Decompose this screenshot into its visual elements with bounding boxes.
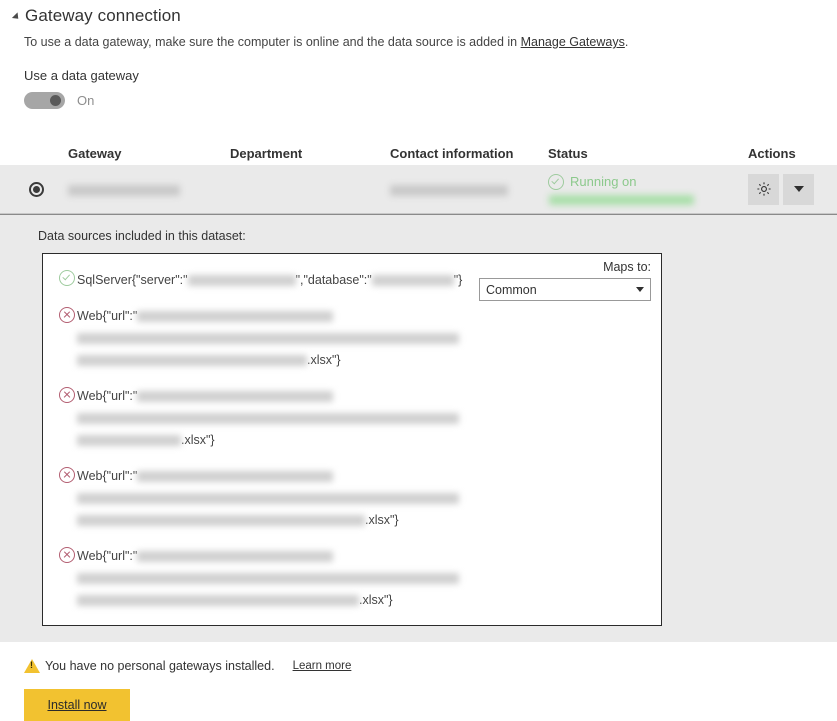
redacted-url-part [77, 515, 365, 527]
redacted-url-part [77, 355, 307, 367]
web-suffix: .xlsx"} [359, 593, 393, 607]
toggle-state-label: On [77, 93, 95, 108]
data-sources-box: Maps to: Common SqlServer{"server":" ","d… [42, 253, 662, 626]
data-source-item: Web{"url":" .xlsx"} [43, 465, 661, 531]
source-status-icon-wrap [59, 467, 77, 483]
radio-dot [33, 185, 40, 193]
manage-gateways-link[interactable]: Manage Gateways [521, 35, 625, 49]
status-text: Running on [570, 174, 637, 189]
column-header-gateway: Gateway [68, 146, 122, 161]
redacted-contact [390, 184, 508, 196]
description-suffix: . [624, 35, 629, 49]
web-suffix: .xlsx"} [307, 353, 341, 367]
collapse-triangle-icon[interactable] [11, 12, 22, 22]
cell-gateway-name [68, 182, 230, 197]
sql-middle: ","database":" [295, 273, 372, 287]
data-source-item: Web{"url":" .xlsx"} [43, 385, 661, 451]
gateway-expand-button[interactable] [783, 173, 814, 205]
gateway-table: Gateway Department Contact information S… [0, 131, 837, 214]
source-status-icon-wrap [59, 307, 77, 323]
redacted-url-part [137, 391, 334, 403]
use-gateway-toggle-row: On [0, 83, 837, 109]
redacted-url-part [77, 413, 459, 425]
learn-more-link[interactable]: Learn more [293, 660, 352, 672]
row-select-cell [0, 181, 68, 197]
data-sources-panel: Data sources included in this dataset: M… [0, 214, 837, 642]
redacted-url-part [77, 435, 181, 447]
source-status-icon-wrap [59, 270, 77, 286]
install-now-button[interactable]: Install now [24, 689, 130, 721]
data-source-text: Web{"url":" .xlsx"} [77, 385, 649, 451]
data-source-text: Web{"url":" .xlsx"} [77, 545, 649, 611]
page-title: Gateway connection [25, 6, 181, 25]
sql-suffix: "} [453, 273, 463, 287]
column-header-department: Department [230, 146, 303, 161]
footer: You have no personal gateways installed.… [0, 642, 837, 721]
redacted-url-part [137, 551, 334, 563]
web-suffix: .xlsx"} [181, 433, 215, 447]
gateway-radio-button[interactable] [29, 181, 44, 197]
cell-status: Running on [548, 173, 748, 205]
error-circle-icon [59, 307, 75, 323]
web-suffix: .xlsx"} [365, 513, 399, 527]
sql-prefix: SqlServer{"server":" [77, 273, 188, 287]
warning-text: You have no personal gateways installed. [45, 659, 275, 673]
gear-icon [756, 182, 771, 196]
status-badge: Running on [548, 173, 748, 190]
redacted-status-detail [549, 194, 694, 205]
column-header-contact: Contact information [390, 146, 514, 161]
use-gateway-label: Use a data gateway [24, 68, 139, 83]
section-description: To use a data gateway, make sure the com… [0, 26, 837, 49]
gateway-settings-button[interactable] [748, 173, 779, 205]
data-source-text: Web{"url":" .xlsx"} [77, 465, 649, 531]
redacted-url-part [77, 573, 459, 585]
use-gateway-toggle[interactable] [24, 92, 65, 109]
data-source-text: Web{"url":" .xlsx"} [77, 305, 649, 371]
redacted-url-part [77, 493, 459, 505]
toggle-knob [50, 95, 61, 106]
redacted-database [371, 275, 454, 287]
source-status-icon-wrap [59, 547, 77, 563]
check-circle-icon [548, 173, 564, 190]
web-prefix: Web{"url":" [77, 469, 138, 483]
web-prefix: Web{"url":" [77, 309, 138, 323]
redacted-url-part [137, 471, 334, 483]
source-status-icon-wrap [59, 387, 77, 403]
warning-triangle-icon [24, 659, 40, 673]
data-source-text: SqlServer{"server":" ","database":" "} [77, 269, 649, 291]
redacted-gateway-name [68, 184, 180, 196]
no-gateways-warning: You have no personal gateways installed.… [24, 642, 837, 673]
table-header-row: Gateway Department Contact information S… [0, 131, 837, 165]
redacted-url-part [77, 333, 459, 345]
web-prefix: Web{"url":" [77, 389, 138, 403]
data-source-item: SqlServer{"server":" ","database":" "} [43, 268, 661, 291]
web-prefix: Web{"url":" [77, 549, 138, 563]
column-header-actions: Actions [748, 146, 796, 161]
table-row[interactable]: Running on [0, 165, 837, 214]
description-text: To use a data gateway, make sure the com… [24, 35, 521, 49]
data-sources-heading: Data sources included in this dataset: [38, 229, 246, 243]
check-circle-icon [59, 270, 75, 286]
data-source-item: Web{"url":" .xlsx"} [43, 545, 661, 611]
error-circle-icon [59, 467, 75, 483]
redacted-url-part [77, 595, 359, 607]
column-header-status: Status [548, 146, 588, 161]
redacted-url-part [137, 311, 334, 323]
redacted-server [187, 275, 296, 287]
cell-actions [748, 173, 837, 205]
data-source-item: Web{"url":" .xlsx"} [43, 305, 661, 371]
cell-contact-information [390, 182, 548, 197]
section-header: Gateway connection [0, 0, 837, 26]
chevron-down-icon [793, 186, 804, 192]
error-circle-icon [59, 387, 75, 403]
error-circle-icon [59, 547, 75, 563]
